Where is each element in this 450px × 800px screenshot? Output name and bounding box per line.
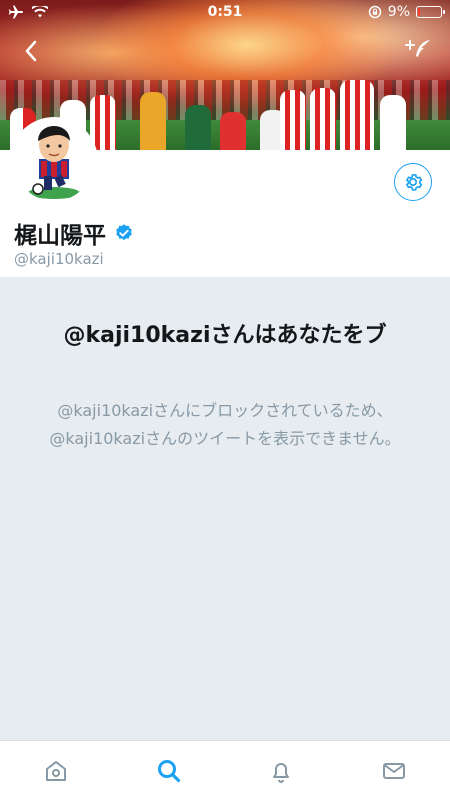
- wifi-icon: [32, 6, 48, 18]
- rotation-lock-icon: [368, 5, 382, 19]
- chevron-left-icon: [25, 40, 37, 62]
- compose-tweet-icon: [405, 40, 430, 57]
- status-bar: 0:51 9%: [0, 0, 450, 24]
- messages-icon: [382, 762, 405, 779]
- airplane-icon: [8, 5, 23, 19]
- back-button[interactable]: [16, 36, 46, 66]
- banner-figure: [310, 88, 336, 150]
- tab-messages[interactable]: [338, 741, 450, 800]
- notifications-icon: [273, 762, 290, 783]
- blocked-notice-panel: @kaji10kaziさんはあなたをブ @kaji10kaziさんにブロックされ…: [0, 277, 450, 740]
- battery-level: [418, 8, 420, 16]
- tab-search[interactable]: [113, 741, 226, 800]
- bottom-tab-bar: [0, 740, 450, 800]
- search-icon: [157, 759, 180, 782]
- battery-icon: [416, 6, 445, 18]
- profile-handle: @kaji10kazi: [14, 250, 104, 268]
- tab-home[interactable]: [0, 741, 113, 800]
- blocked-notice-description: @kaji10kaziさんにブロックされているため、@kaji10kaziさんの…: [49, 401, 401, 448]
- battery-percent: 9%: [387, 4, 410, 20]
- banner-figure: [220, 112, 246, 150]
- avatar-illustration: [14, 121, 94, 201]
- banner-figure: [140, 92, 166, 150]
- gear-icon: [406, 174, 423, 191]
- profile-settings-button[interactable]: [394, 163, 432, 201]
- display-name-text: 梶山陽平: [14, 223, 106, 249]
- verified-badge-icon: [116, 224, 132, 241]
- banner-figure: [185, 105, 211, 150]
- profile-display-name: 梶山陽平: [14, 216, 134, 250]
- compose-tweet-button[interactable]: [402, 34, 434, 66]
- avatar[interactable]: [10, 117, 98, 205]
- home-icon: [46, 760, 67, 781]
- banner-figure: [340, 80, 374, 150]
- banner-figure: [380, 95, 406, 150]
- tab-notifications[interactable]: [225, 741, 338, 800]
- status-time: 0:51: [207, 4, 243, 20]
- blocked-notice-title: @kaji10kaziさんはあなたをブ: [63, 323, 387, 348]
- banner-figure: [280, 90, 306, 150]
